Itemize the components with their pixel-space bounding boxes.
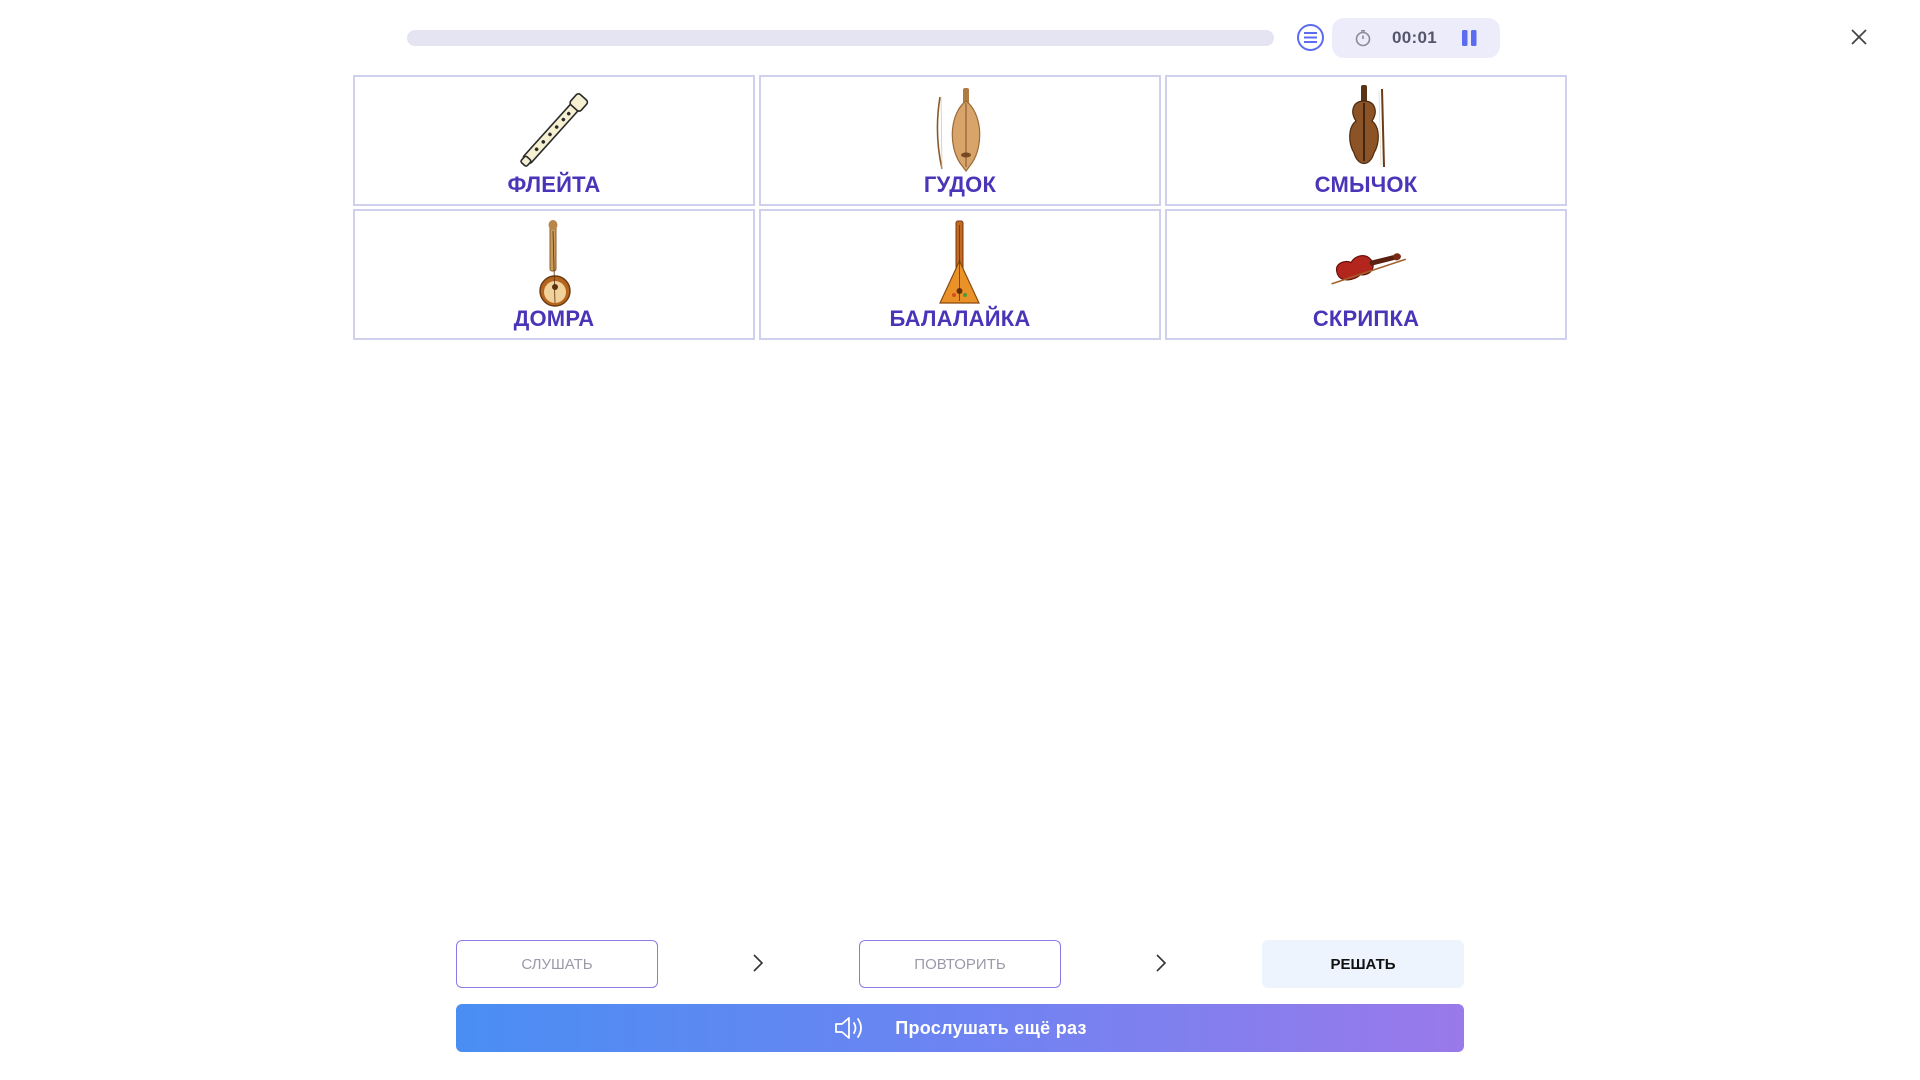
progress-bar [407,30,1274,46]
listen-again-button[interactable]: Прослушать ещё раз [456,1004,1464,1052]
violin-image [1316,217,1416,311]
chevron-right-icon [1156,954,1167,972]
timer: 00:01 [1332,18,1500,58]
flute-image [504,83,604,177]
list-icon [1304,32,1317,43]
balalaika-image [910,217,1010,311]
card-label: БАЛАЛАЙКА [889,306,1031,331]
card-label: ГУДОК [923,172,997,197]
card-flute[interactable]: ФЛЕЙТА [353,75,755,206]
gudok-image [910,83,1010,177]
card-balalaika[interactable]: БАЛАЛАЙКА [759,209,1161,340]
card-violin[interactable]: СКРИПКА [1165,209,1567,340]
step-solve-label: РЕШАТЬ [1330,955,1396,973]
card-label: ФЛЕЙТА [507,172,601,197]
task-list-button[interactable] [1297,24,1324,51]
timer-value: 00:01 [1392,28,1437,47]
card-label: СМЫЧОК [1314,172,1418,197]
close-icon [1851,29,1867,45]
pause-button[interactable] [1458,27,1482,49]
step-repeat-label: ПОВТОРИТЬ [914,955,1006,973]
chevron-right-icon [753,954,764,972]
instrument-card-grid: ФЛЕЙТА ГУДОК СМЫЧОК ДОМРА БАЛАЛАЙКА СКРИ… [353,75,1567,340]
card-gudok[interactable]: ГУДОК [759,75,1161,206]
domra-image [504,217,604,311]
card-bow[interactable]: СМЫЧОК [1165,75,1567,206]
stopwatch-icon [1355,29,1371,47]
violin-with-bow-image [1316,83,1416,177]
step-solve-button[interactable]: РЕШАТЬ [1262,940,1464,988]
step-listen-button[interactable]: СЛУШАТЬ [456,940,658,988]
pause-icon [1462,30,1477,46]
card-label: СКРИПКА [1312,306,1420,331]
card-domra[interactable]: ДОМРА [353,209,755,340]
card-label: ДОМРА [513,306,595,331]
close-button[interactable] [1843,21,1875,53]
speaker-icon [835,1017,863,1039]
step-repeat-button[interactable]: ПОВТОРИТЬ [859,940,1061,988]
step-listen-label: СЛУШАТЬ [521,955,593,973]
listen-again-label: Прослушать ещё раз [895,1017,1087,1038]
exercise-screen: 00:01 ФЛЕЙТА ГУДОК СМЫЧОК ДОМРА БАЛАЛАЙК… [0,0,1920,1080]
